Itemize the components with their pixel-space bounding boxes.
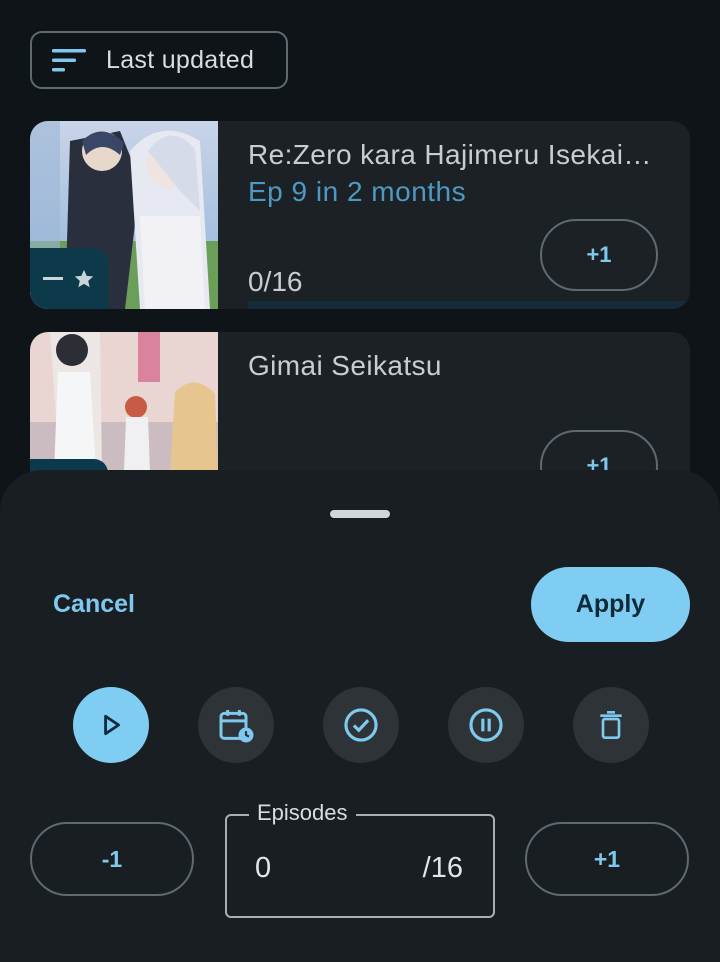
decrement-button[interactable]: -1 xyxy=(30,822,194,896)
minus-icon xyxy=(43,276,63,280)
badge xyxy=(30,248,108,309)
sort-chip[interactable]: Last updated xyxy=(30,31,288,89)
drag-handle[interactable] xyxy=(330,510,390,518)
apply-button[interactable]: Apply xyxy=(531,567,690,642)
sort-icon xyxy=(52,49,86,72)
status-dropped-button[interactable] xyxy=(573,687,649,763)
calendar-clock-icon xyxy=(219,710,254,743)
anime-title: Re:Zero kara Hajimeru Isekai Seikatsu xyxy=(248,139,658,170)
pause-circle-icon xyxy=(469,708,503,742)
star-icon xyxy=(74,269,94,287)
increment-button[interactable]: +1 xyxy=(525,822,689,896)
list-item[interactable]: Re:Zero kara Hajimeru Isekai Seikatsu Ep… xyxy=(30,121,690,309)
cancel-button[interactable]: Cancel xyxy=(53,590,135,619)
trash-icon xyxy=(600,711,622,739)
episodes-label: Episodes xyxy=(249,800,356,826)
progress-bar xyxy=(248,301,690,309)
episodes-field[interactable]: Episodes 0 /16 xyxy=(225,800,495,918)
next-episode: Ep 9 in 2 months xyxy=(248,176,467,207)
status-watching-button[interactable] xyxy=(73,687,149,763)
episodes-total: /16 xyxy=(422,852,463,884)
status-paused-button[interactable] xyxy=(448,687,524,763)
status-completed-button[interactable] xyxy=(323,687,399,763)
sort-label: Last updated xyxy=(106,45,255,74)
edit-bottom-sheet: Cancel Apply -1 Episodes 0 /16 +1 xyxy=(0,470,720,962)
status-planning-button[interactable] xyxy=(198,687,274,763)
episode-progress: 0/16 xyxy=(248,266,303,297)
check-circle-icon xyxy=(344,708,378,742)
play-icon xyxy=(104,714,120,736)
episodes-input[interactable]: 0 xyxy=(255,852,271,885)
anime-title: Gimai Seikatsu xyxy=(248,350,442,381)
increment-button[interactable]: +1 xyxy=(540,219,658,291)
